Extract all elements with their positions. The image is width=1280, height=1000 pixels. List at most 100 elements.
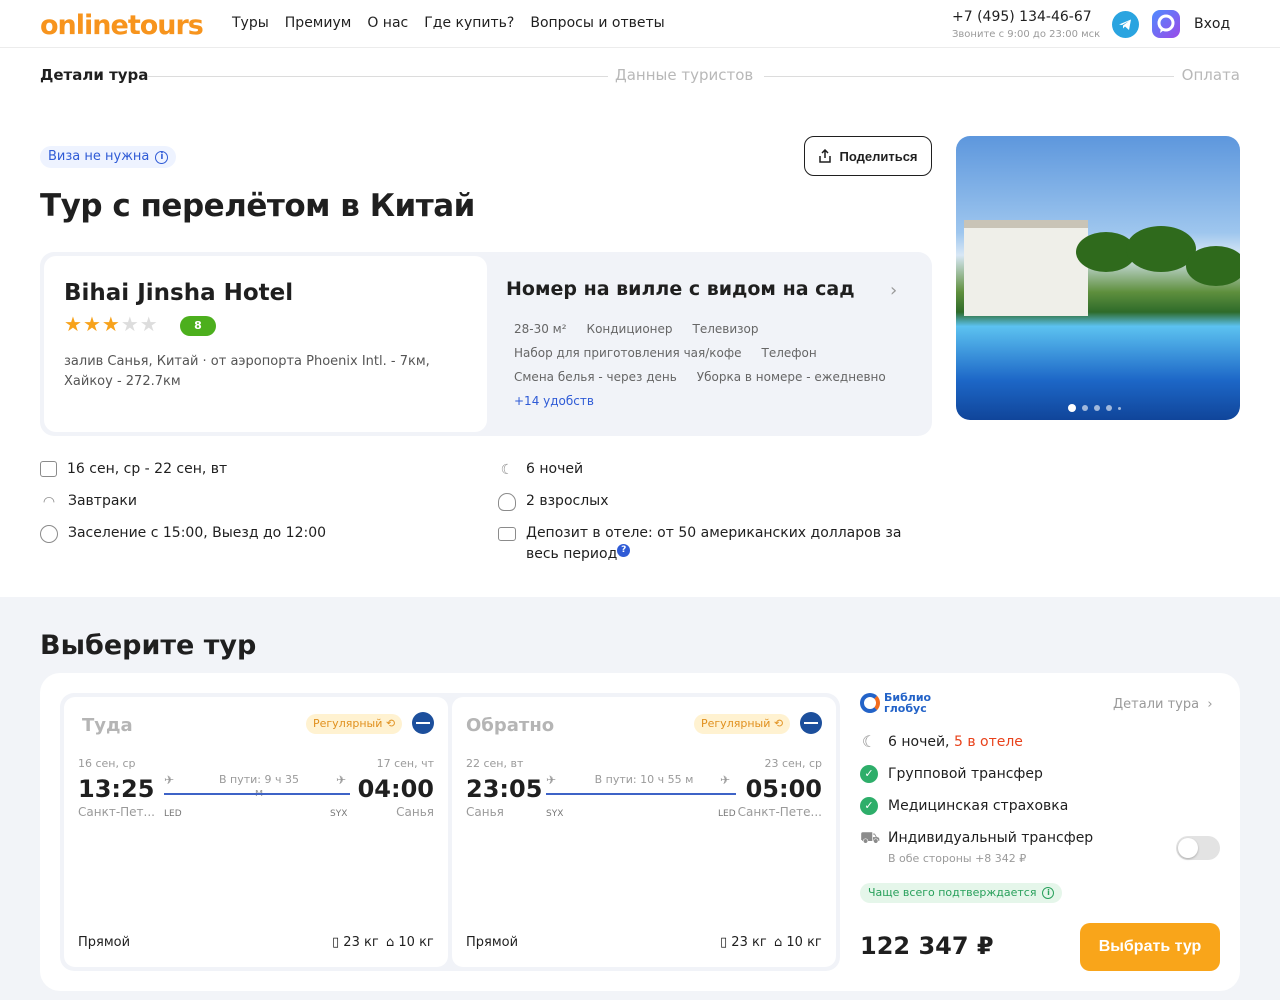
nav-item-about[interactable]: О нас: [367, 15, 408, 31]
hand-luggage-allowance: ⌂ 10 кг: [386, 935, 434, 950]
step-tour-details: Детали тура: [40, 66, 149, 84]
nav-item-faq[interactable]: Вопросы и ответы: [530, 15, 664, 31]
car-icon: ⛟: [860, 828, 881, 847]
carousel-dot[interactable]: [1118, 406, 1121, 410]
carousel-dot[interactable]: [1106, 405, 1112, 411]
baggage-allowance: ▯ 23 кг: [720, 935, 767, 950]
phone-number[interactable]: +7 (495) 134-46-67: [952, 9, 1092, 25]
fact-tourists: 2 взрослых: [498, 491, 609, 512]
departure-time: 13:25: [78, 775, 155, 803]
flight-outbound[interactable]: Туда Регулярный ⟲ 16 сен, ср 17 сен, чт …: [64, 697, 448, 967]
takeoff-icon: ✈: [164, 773, 175, 787]
amenity: Кондиционер: [586, 322, 673, 336]
flight-type-label: Регулярный: [701, 717, 771, 730]
login-link[interactable]: Вход: [1194, 16, 1230, 32]
departure-city: Санкт-Пет...: [78, 805, 155, 819]
star-icon: ★: [139, 312, 158, 336]
tour-operator-logo: Библио глобус: [860, 692, 931, 714]
fact-nights-text: 6 ночей: [526, 461, 584, 477]
share-button[interactable]: Поделиться: [804, 136, 932, 176]
palm-tree: [1186, 246, 1240, 286]
departure-airport-code: SYX: [546, 809, 564, 819]
arrival-time: 04:00: [357, 775, 434, 803]
step-divider: [764, 76, 1174, 77]
visa-badge: Виза не нужна i: [40, 146, 177, 168]
chevron-right-icon: ›: [1207, 697, 1213, 712]
info-icon[interactable]: i: [1042, 887, 1055, 899]
tour-details-label: Детали тура: [1113, 697, 1200, 712]
confirmation-badge: Чаще всего подтверждается i: [860, 883, 1063, 903]
flight-type-badge: Регулярный ⟲: [694, 714, 791, 734]
share-label: Поделиться: [839, 148, 918, 164]
takeoff-icon: ✈: [546, 773, 557, 787]
check-icon: ✓: [860, 797, 878, 815]
amenities-row: 28-30 м² Кондиционер Телевизор: [514, 322, 759, 336]
flight-direct: Прямой: [78, 935, 131, 950]
nav-item-where-to-buy[interactable]: Где купить?: [424, 15, 514, 31]
booking-steps: Детали тура Данные туристов Оплата: [40, 66, 1240, 86]
fact-nights: ☾ 6 ночей: [498, 459, 583, 480]
amenity: 28-30 м²: [514, 322, 567, 336]
hotel-photo[interactable]: [956, 136, 1240, 420]
landing-icon: ✈: [720, 773, 731, 787]
visa-badge-label: Виза не нужна: [48, 149, 150, 164]
hotel-card: Bihai Jinsha Hotel ★ ★ ★ ★ ★ 8 залив Сан…: [40, 252, 932, 436]
arrival-date: 23 сен, ср: [764, 757, 822, 770]
tour-details-link[interactable]: Детали тура ›: [1113, 697, 1213, 712]
flight-direct: Прямой: [466, 935, 519, 950]
arrival-airport-code: LED: [718, 809, 736, 819]
offer-individual-transfer: ⛟ Индивидуальный трансфер: [860, 829, 1093, 847]
airline-logo-icon: [800, 712, 822, 734]
star-icon: ★: [64, 312, 82, 336]
select-tour-button[interactable]: Выбрать тур: [1080, 923, 1220, 971]
chevron-right-icon[interactable]: ›: [890, 280, 897, 301]
room-title[interactable]: Номер на вилле с видом на сад: [506, 278, 855, 300]
offer-group-transfer: ✓ Групповой трансфер: [860, 765, 1043, 783]
hand-luggage-weight: 10 кг: [398, 935, 434, 950]
arrival-city: Санья: [396, 805, 434, 819]
airline-logo-icon: [412, 712, 434, 734]
amenity: Смена белья - через день: [514, 370, 677, 384]
fact-deposit: Депозит в отеле: от 50 американских долл…: [498, 523, 918, 565]
more-amenities-link[interactable]: +14 удобств: [514, 394, 594, 408]
amenity: Телефон: [761, 346, 817, 360]
tour-price: 122 347 ₽: [860, 932, 994, 960]
hotel-info[interactable]: Bihai Jinsha Hotel ★ ★ ★ ★ ★ 8 залив Сан…: [44, 256, 487, 432]
individual-transfer-toggle[interactable]: [1176, 836, 1220, 860]
telegram-icon[interactable]: [1112, 11, 1139, 38]
suitcase-icon: ▯: [332, 935, 340, 950]
header: onlinetours Туры Премиум О нас Где купит…: [0, 0, 1280, 48]
carousel-dot[interactable]: [1082, 405, 1088, 411]
wallet-icon: [498, 527, 516, 541]
flight-return[interactable]: Обратно Регулярный ⟲ 22 сен, вт 23 сен, …: [452, 697, 836, 967]
cloche-icon: ◠: [42, 494, 56, 510]
phone-hours: Звоните с 9:00 до 23:00 мск: [952, 29, 1101, 40]
fact-checkin: Заселение с 15:00, Выезд до 12:00: [40, 523, 326, 544]
nav-item-tours[interactable]: Туры: [232, 15, 269, 31]
photo-carousel-dots[interactable]: [1068, 404, 1121, 412]
departure-time: 23:05: [466, 775, 543, 803]
share-icon: [819, 148, 832, 163]
hotel-stars: ★ ★ ★ ★ ★: [64, 314, 158, 334]
flight-type-badge: Регулярный ⟲: [306, 714, 403, 734]
amenities-row: Смена белья - через день Уборка в номере…: [514, 370, 886, 384]
flight-title: Обратно: [466, 715, 555, 736]
star-icon: ★: [101, 312, 120, 336]
max-messenger-icon[interactable]: [1152, 10, 1180, 38]
flight-route-line: [546, 793, 736, 795]
star-icon: ★: [82, 312, 101, 336]
nav-item-premium[interactable]: Премиум: [285, 15, 352, 31]
hotel-rating-badge: 8: [180, 316, 216, 336]
logo[interactable]: onlinetours: [40, 10, 204, 41]
carousel-dot[interactable]: [1094, 405, 1100, 411]
info-icon[interactable]: i: [155, 150, 169, 164]
operator-name: Библио глобус: [884, 692, 931, 714]
flight-duration: В пути: 10 ч 55 м: [594, 773, 694, 786]
deposit-text: Депозит в отеле: от 50 американских долл…: [526, 525, 902, 562]
fact-checkin-text: Заселение с 15:00, Выезд до 12:00: [68, 525, 327, 541]
carousel-dot[interactable]: [1068, 404, 1076, 412]
offer-nights-count: 6 ночей,: [888, 734, 950, 750]
help-icon[interactable]: ?: [617, 544, 631, 557]
individual-transfer-price: В обе стороны +8 342 ₽: [888, 852, 1027, 865]
page-title: Тур с перелётом в Китай: [40, 188, 475, 224]
